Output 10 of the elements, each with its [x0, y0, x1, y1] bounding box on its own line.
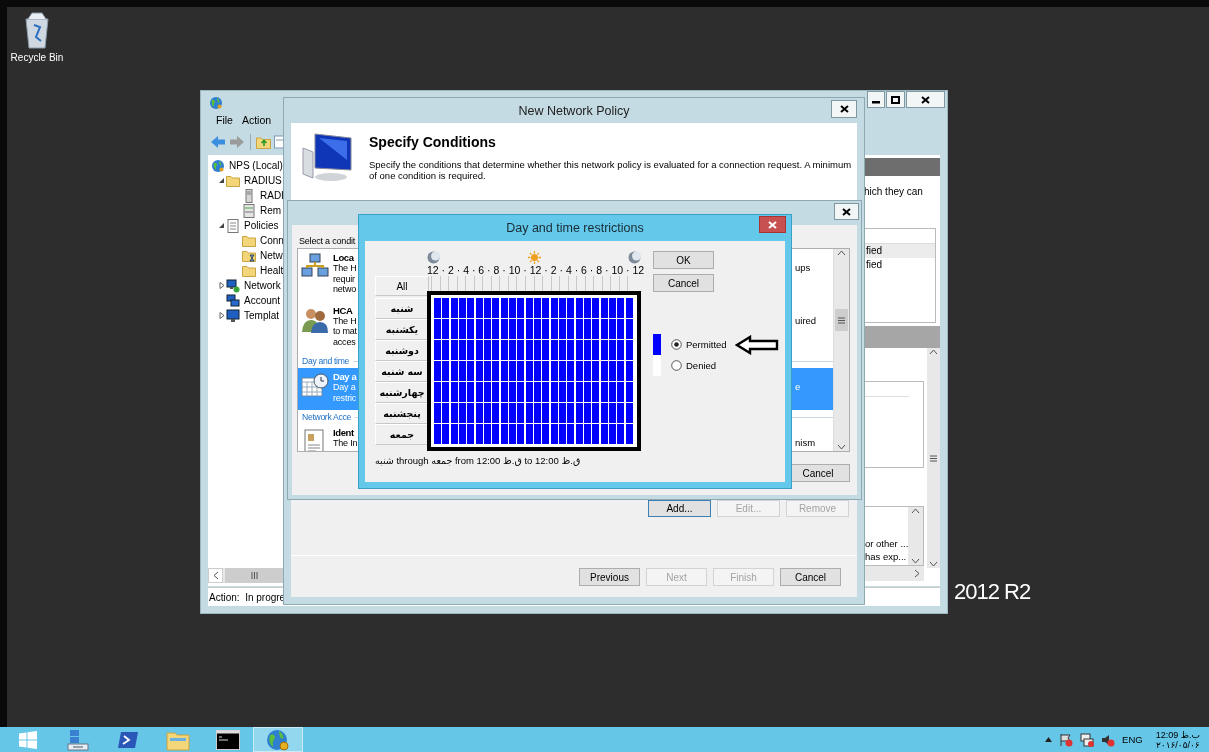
window-title: Day and time restrictions: [506, 221, 644, 235]
group-header: Day and time: [302, 356, 350, 366]
prompt-label: Select a condit: [299, 236, 357, 248]
description-text: hich they can: [864, 186, 924, 198]
page-description: Specify the conditions that determine whether this network policy is evaluated for a connection request. A minimum of one condition is required.: [369, 159, 853, 181]
edition-text: 2012 R2: [954, 579, 1031, 605]
group-header: Network Acce: [302, 412, 351, 422]
window-title: New Network Policy: [518, 103, 630, 118]
schedule-summary: شنبه through جمعه from 12:00 ق.ظ to 12:00 ق.ظ: [375, 455, 582, 466]
page-heading: Specify Conditions: [369, 134, 497, 150]
